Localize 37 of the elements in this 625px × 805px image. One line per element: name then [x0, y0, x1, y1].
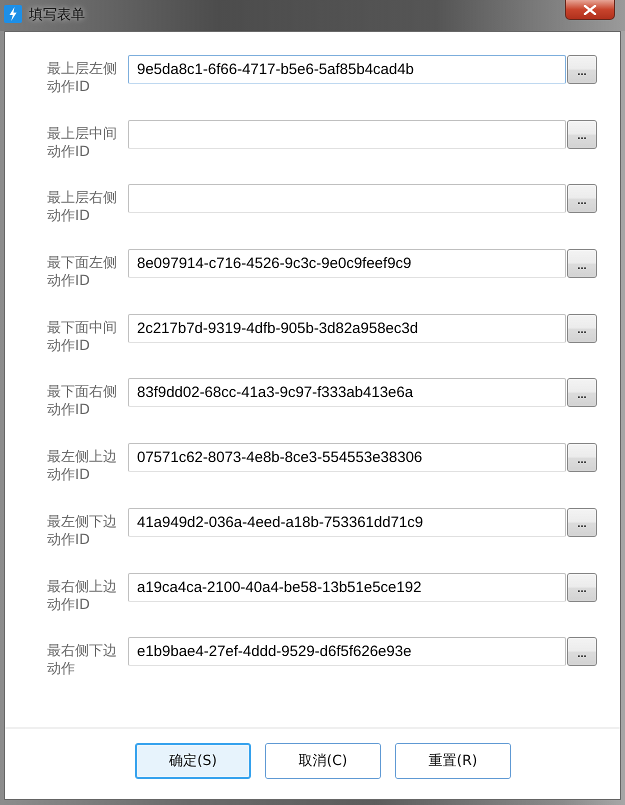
browse-button[interactable]: ... — [567, 55, 597, 84]
browse-button[interactable]: ... — [567, 314, 597, 343]
field-label: 最右侧下边动作 — [47, 642, 118, 678]
input-field[interactable]: e1b9bae4-27ef-4ddd-9529-d6f5f626e93e — [128, 637, 566, 666]
browse-button[interactable]: ... — [567, 120, 597, 149]
input-field[interactable]: 83f9dd02-68cc-41a3-9c97-f333ab413e6a — [128, 378, 566, 408]
field-label: 最上层右侧动作ID — [47, 189, 118, 226]
input-field[interactable]: 8e097914-c716-4526-9c3c-9e0c9feef9c9 — [128, 249, 566, 278]
field-label: 最左侧上边动作ID — [47, 448, 118, 484]
field-label: 最上层中间动作ID — [47, 124, 118, 161]
input-field[interactable]: 9e5da8c1-6f66-4717-b5e6-5af85b4cad4b — [128, 55, 566, 84]
close-button[interactable] — [565, 0, 615, 20]
input-field[interactable]: 41a949d2-036a-4eed-a18b-753361dd71c9 — [128, 508, 566, 537]
reset-button[interactable]: 重置(R) — [395, 743, 511, 779]
browse-button[interactable]: ... — [567, 572, 597, 602]
browse-button[interactable]: ... — [567, 378, 597, 408]
browse-button[interactable]: ... — [567, 508, 597, 537]
browse-button[interactable]: ... — [567, 443, 597, 472]
field-label: 最上层左侧动作ID — [47, 60, 118, 96]
browse-button[interactable]: ... — [567, 637, 597, 666]
input-field[interactable]: a19ca4ca-2100-40a4-be58-13b51e5ce192 — [128, 572, 566, 602]
window-title: 填写表单 — [29, 5, 85, 23]
input-field[interactable] — [128, 120, 566, 149]
cancel-button[interactable]: 取消(C) — [265, 743, 381, 779]
input-field[interactable]: 2c217b7d-9319-4dfb-905b-3d82a958ec3d — [128, 314, 566, 343]
lightning-icon — [4, 5, 22, 23]
field-label: 最右侧上边动作ID — [47, 578, 118, 614]
field-label: 最下面左侧动作ID — [47, 254, 118, 290]
field-label: 最下面中间动作ID — [47, 318, 118, 355]
input-field[interactable]: 07571c62-8073-4e8b-8ce3-554553e38306 — [128, 443, 566, 472]
browse-button[interactable]: ... — [567, 249, 597, 278]
field-label: 最下面右侧动作ID — [47, 383, 118, 420]
close-icon — [583, 4, 597, 14]
field-label: 最左侧下边动作ID — [47, 512, 118, 549]
confirm-button[interactable]: 确定(S) — [135, 743, 251, 779]
input-field[interactable] — [128, 184, 566, 214]
browse-button[interactable]: ... — [567, 184, 597, 214]
